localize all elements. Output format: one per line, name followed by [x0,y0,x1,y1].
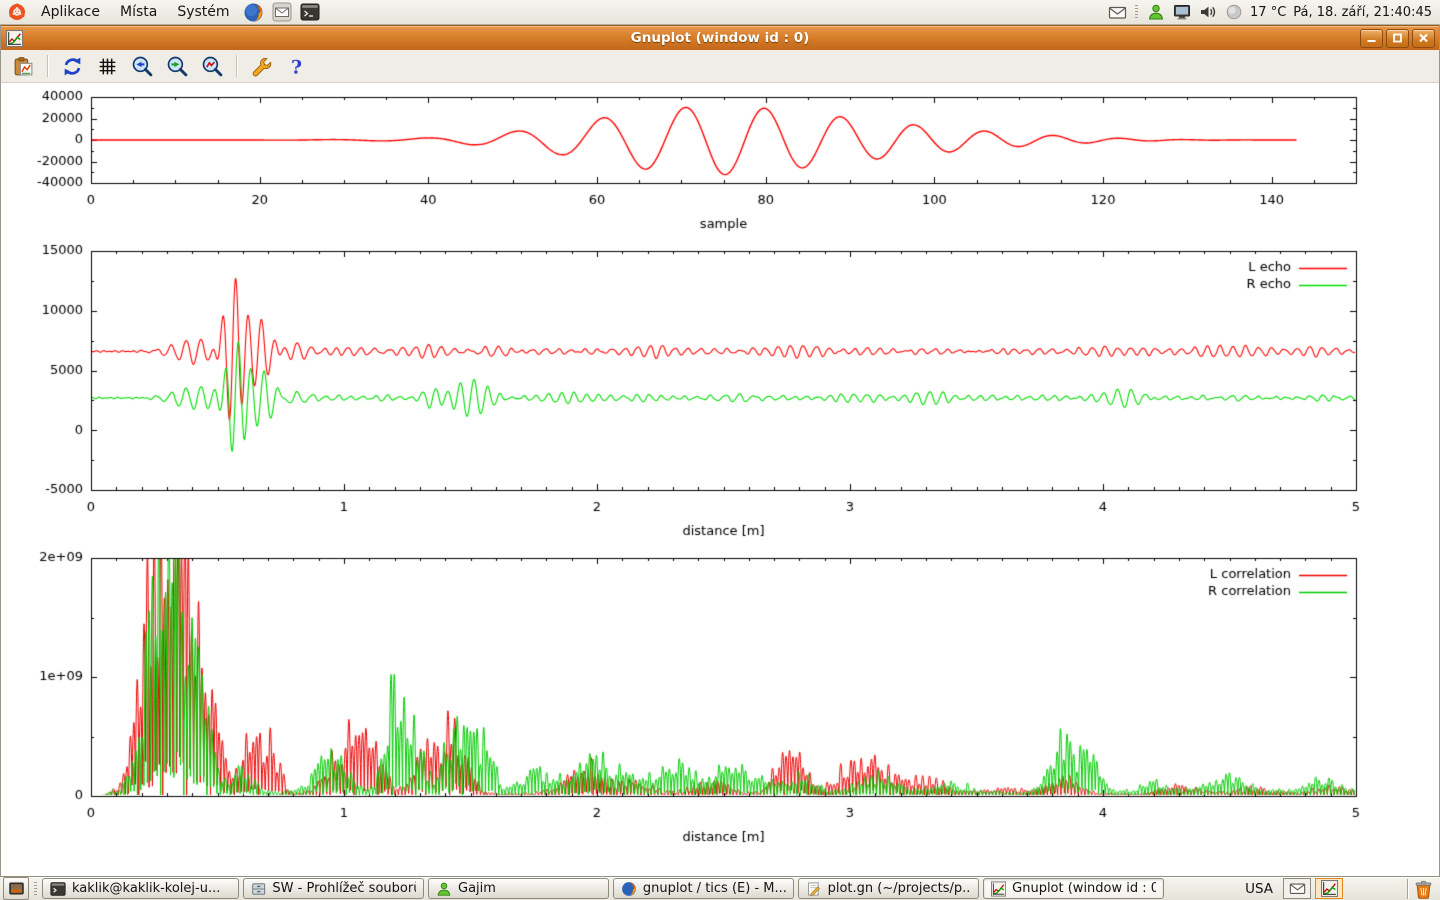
task-label: gnuplot / tics (E) - M... [643,881,786,896]
task-label: plot.gn (~/projects/p... [828,881,971,896]
tray-separator [1135,5,1138,19]
task-gnuplot[interactable]: Gnuplot (window id : 0) [983,878,1164,899]
taskbar-separator [1407,879,1408,899]
tray-gnuplot-icon[interactable] [1315,878,1343,899]
gnome-top-panel: Aplikace Místa Systém [0,0,1440,25]
taskbar: kaklik@kaklik-kolej-u... SW - Prohlížeč … [0,876,1440,900]
tray-mail-icon[interactable] [1283,878,1311,899]
grid-toggle-button[interactable] [94,53,120,79]
zoom-previous-button[interactable] [129,53,155,79]
menu-applications[interactable]: Aplikace [32,0,109,24]
panel-tray: 17 °C Pá, 18. září, 21:40:45 [1108,0,1440,24]
terminal-icon[interactable] [299,1,321,23]
show-desktop-button[interactable] [3,877,29,900]
close-button[interactable] [1412,29,1435,48]
replot-button[interactable] [59,53,85,79]
help-button[interactable]: ? [283,53,309,79]
user-status-icon[interactable] [1146,3,1165,22]
mail-notification-icon[interactable] [1108,3,1127,22]
copy-plot-button[interactable] [10,53,36,79]
keyboard-layout-indicator[interactable]: USA [1245,881,1273,897]
task-text-editor[interactable]: plot.gn (~/projects/p... [798,878,979,899]
toolbar-separator [236,55,237,77]
ubuntu-logo-icon[interactable] [6,1,28,23]
taskbar-handle[interactable] [34,882,37,896]
trash-icon[interactable] [1412,877,1435,900]
svg-text:?: ? [290,56,301,78]
mail-icon[interactable] [271,1,293,23]
window-controls [1360,29,1435,48]
task-terminal[interactable]: kaklik@kaklik-kolej-u... [42,878,239,899]
task-label: SW - Prohlížeč souborů [272,881,416,896]
minimize-button[interactable] [1360,29,1383,48]
plot-area [1,83,1439,876]
zoom-reset-button[interactable] [199,53,225,79]
maximize-button[interactable] [1386,29,1409,48]
task-label: Gajim [458,881,496,896]
gnuplot-window-icon [6,30,23,47]
desktop: Aplikace Místa Systém [0,0,1440,900]
window-title: Gnuplot (window id : 0) [1,30,1439,46]
settings-button[interactable] [248,53,274,79]
menu-places[interactable]: Místa [111,0,166,24]
gnuplot-window: Gnuplot (window id : 0) [0,25,1440,876]
task-gajim[interactable]: Gajim [428,878,609,899]
task-label: kaklik@kaklik-kolej-u... [72,881,220,896]
weather-icon[interactable] [1224,3,1243,22]
gnuplot-canvas[interactable] [1,83,1439,876]
clock-label[interactable]: Pá, 18. září, 21:40:45 [1293,5,1432,20]
volume-icon[interactable] [1198,3,1217,22]
titlebar[interactable]: Gnuplot (window id : 0) [1,25,1439,50]
task-file-manager[interactable]: SW - Prohlížeč souborů [243,878,424,899]
panel-left: Aplikace Místa Systém [0,0,323,24]
menu-system[interactable]: Systém [168,0,238,24]
zoom-next-button[interactable] [164,53,190,79]
display-icon[interactable] [1172,3,1191,22]
task-label: Gnuplot (window id : 0) [1012,881,1156,896]
toolbar-separator [47,55,48,77]
toolbar: ? [1,50,1439,83]
temperature-label[interactable]: 17 °C [1250,5,1286,20]
task-firefox[interactable]: gnuplot / tics (E) - M... [613,878,794,899]
firefox-icon[interactable] [243,1,265,23]
